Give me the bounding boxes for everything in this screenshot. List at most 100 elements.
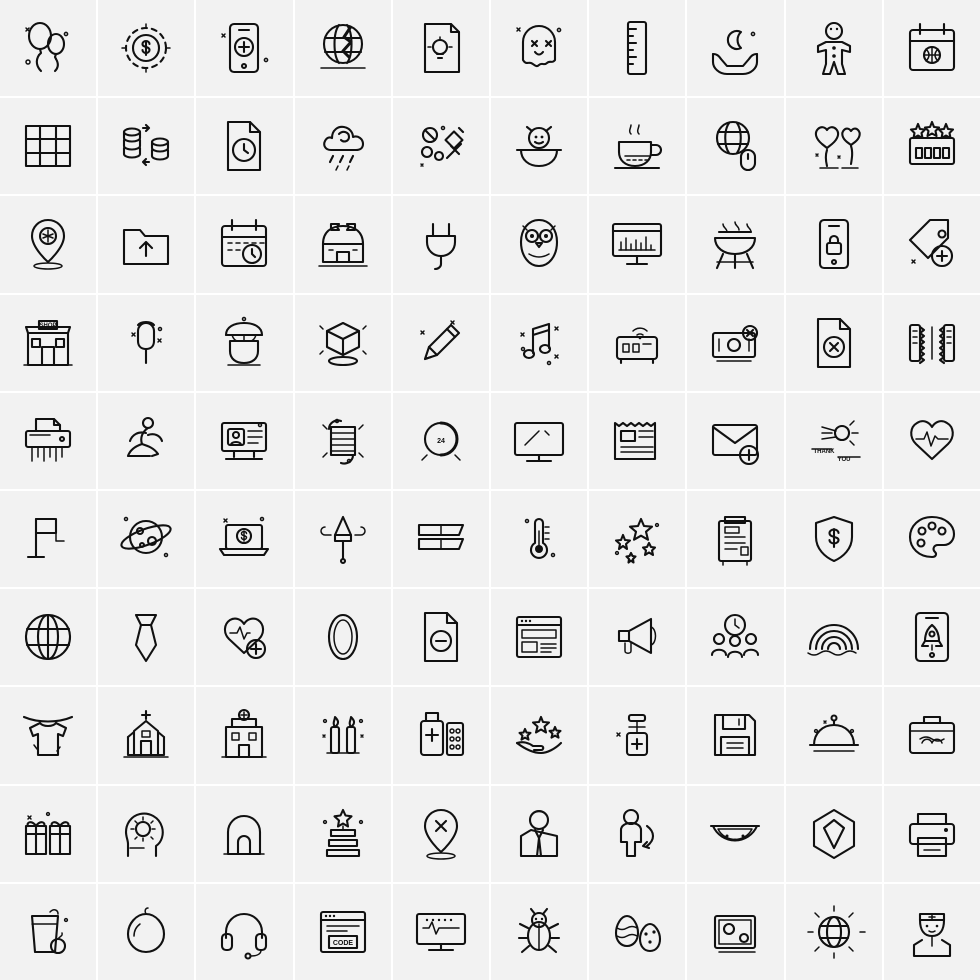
icon-tile-laptop-money[interactable] [196,490,293,588]
icon-tile-window-grid[interactable] [0,98,97,195]
icon-tile-easter-eggs[interactable] [589,883,686,980]
icon-tile-web-layout[interactable] [490,589,588,686]
icon-tile-bbq-grill[interactable] [687,196,784,293]
icon-tile-hands-moon[interactable] [687,0,784,97]
icon-tile-tag-add[interactable] [883,196,980,293]
icon-tile-hexagon[interactable] [785,785,882,882]
icon-tile-dollar-coin-target[interactable] [98,0,195,97]
icon-tile-yoga-pose[interactable] [98,392,195,489]
icon-tile-rainbow[interactable] [785,589,882,686]
icon-tile-mobile-add[interactable] [196,0,293,97]
icon-tile-coin-exchange[interactable] [98,98,195,195]
icon-tile-bug[interactable] [490,883,588,980]
icon-tile-medicine-bottle[interactable] [392,687,489,784]
icon-tile-printer[interactable] [883,785,980,882]
icon-tile-megaphone[interactable] [589,589,686,686]
icon-tile-banner-layout[interactable] [392,490,489,588]
icon-tile-accordion[interactable] [883,294,980,391]
icon-tile-file-delete[interactable] [785,294,882,391]
icon-tile-video-conference[interactable] [196,392,293,489]
icon-tile-balloons[interactable] [0,0,97,97]
icon-tile-candles[interactable] [294,687,391,784]
icon-tile-sword[interactable] [294,490,391,588]
icon-tile-flag-pole[interactable] [0,490,97,588]
icon-tile-caterpillar[interactable] [294,392,391,489]
icon-tile-paint-palette[interactable] [883,490,980,588]
icon-tile-mobile-rocket[interactable] [883,589,980,686]
icon-tile-pencil-write[interactable] [392,294,489,391]
icon-tile-team-time[interactable] [687,589,784,686]
icon-tile-drink-glass[interactable] [0,883,97,980]
icon-tile-watermelon[interactable] [687,785,784,882]
icon-tile-globe[interactable] [0,589,97,686]
icon-tile-shop-store[interactable]: SHOP [0,294,97,391]
icon-tile-heart-balloons[interactable] [785,98,882,195]
icon-tile-jar-plus[interactable] [589,687,686,784]
icon-tile-newspaper[interactable] [589,392,686,489]
icon-tile-coffee-cup[interactable] [589,98,686,195]
icon-tile-owl[interactable] [490,196,588,293]
icon-tile-trophy-cake[interactable] [294,785,391,882]
icon-tile-paper-shredder[interactable] [0,392,97,489]
icon-tile-hand-stars[interactable] [490,687,588,784]
icon-tile-first-aid-kit[interactable] [883,687,980,784]
icon-tile-mobile-lock[interactable] [785,196,882,293]
icon-tile-broken-globe[interactable] [294,0,391,97]
icon-tile-sports-calendar[interactable] [883,0,980,97]
icon-tile-vending-machine[interactable] [687,490,784,588]
icon-tile-person-turn[interactable] [589,785,686,882]
icon-tile-fort-flag[interactable] [294,196,391,293]
icon-tile-food-cloche[interactable] [785,687,882,784]
icon-tile-monitor-waveform[interactable] [392,883,489,980]
icon-tile-melting-ghost[interactable] [490,0,588,97]
icon-tile-gift-boxes[interactable] [0,785,97,882]
icon-tile-mind-gear[interactable] [98,785,195,882]
icon-tile-3d-cube[interactable] [294,294,391,391]
icon-tile-map-pin-leaf[interactable] [0,196,97,293]
icon-tile-wireless-alarm-clock[interactable] [589,294,686,391]
icon-tile-file-remove[interactable] [392,589,489,686]
icon-tile-floppy-disk[interactable] [687,687,784,784]
icon-tile-rain-cloud-swirl[interactable] [294,98,391,195]
icon-tile-arch-door[interactable] [196,785,293,882]
icon-tile-heart-heartbeat[interactable] [883,392,980,489]
icon-tile-mirror[interactable] [294,589,391,686]
icon-tile-mail-add[interactable] [687,392,784,489]
icon-tile-music-notes[interactable] [490,294,588,391]
icon-tile-tshirt-hanging[interactable] [0,687,97,784]
icon-tile-headset-support[interactable] [196,883,293,980]
icon-tile-stars-rating-box[interactable] [883,98,980,195]
icon-tile-calendar-clock[interactable] [196,196,293,293]
icon-tile-ruler[interactable] [589,0,686,97]
icon-tile-24-hours[interactable]: 24 [392,392,489,489]
icon-tile-necktie[interactable] [98,589,195,686]
icon-tile-pills-syringe[interactable] [392,98,489,195]
icon-tile-planet[interactable] [98,490,195,588]
icon-tile-thank-you[interactable]: THANK YOU [785,392,882,489]
icon-tile-hospital[interactable] [196,687,293,784]
icon-tile-dollar-shield[interactable] [785,490,882,588]
icon-tile-cash-cancel[interactable] [687,294,784,391]
icon-tile-gingerbread-man[interactable] [785,0,882,97]
icon-tile-thermometer[interactable] [490,490,588,588]
icon-tile-power-plug[interactable] [392,196,489,293]
icon-tile-heart-health-add[interactable] [196,589,293,686]
icon-tile-idea-book[interactable] [392,0,489,97]
icon-tile-businessman[interactable] [490,785,588,882]
icon-tile-church[interactable] [98,687,195,784]
icon-tile-code-browser[interactable]: CODE [294,883,391,980]
icon-tile-folder-upload[interactable] [98,196,195,293]
icon-tile-ice-cream[interactable] [98,294,195,391]
icon-tile-desktop-monitor[interactable] [490,392,588,489]
icon-tile-photo-stack[interactable] [687,883,784,980]
icon-tile-nurse[interactable] [883,883,980,980]
icon-tile-globe-mouse[interactable] [687,98,784,195]
icon-tile-lemon[interactable] [98,883,195,980]
icon-tile-stars-sparkle[interactable] [589,490,686,588]
icon-tile-file-clock[interactable] [196,98,293,195]
icon-tile-cafe-awning[interactable] [196,294,293,391]
icon-tile-map-pin-cancel[interactable] [392,785,489,882]
icon-tile-candy-bowl[interactable] [490,98,588,195]
icon-tile-monitor-chart[interactable] [589,196,686,293]
icon-tile-global-settings[interactable] [785,883,882,980]
